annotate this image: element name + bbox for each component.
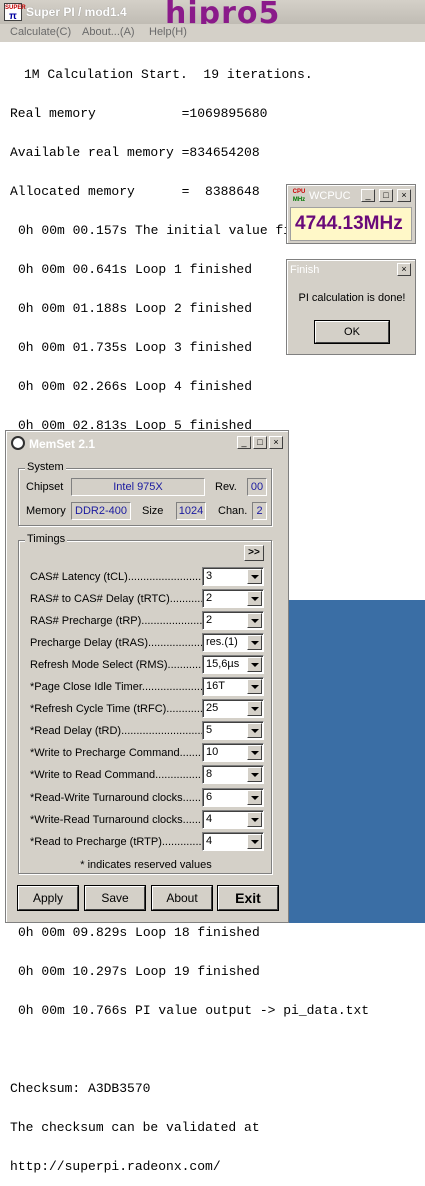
- system-group: System Chipset Intel 975X Rev. 00 Memory…: [18, 461, 272, 526]
- timing-label-trcd: RAS# to CAS# Delay (tRTC)...............…: [30, 593, 202, 605]
- dropdown-arrow-icon[interactable]: [247, 834, 262, 849]
- wcpuc-title-bar[interactable]: CPU MHz WCPUC _ □ ×: [289, 187, 413, 205]
- finish-dialog: Finish × PI calculation is done! OK: [286, 259, 416, 355]
- timing-select-tras[interactable]: res.(1): [202, 633, 264, 652]
- log-available-memory: Available real memory =834654208: [10, 145, 260, 160]
- timing-label-trd: *Read Delay (tRD).......................…: [30, 725, 202, 737]
- chipset-value: Intel 975X: [71, 478, 205, 496]
- dropdown-arrow-icon[interactable]: [247, 701, 262, 716]
- rev-label: Rev.: [215, 481, 237, 493]
- wcpuc-window: CPU MHz WCPUC _ □ × 4744.13MHz: [286, 184, 416, 244]
- timing-label-rms: Refresh Mode Select (RMS)...........: [30, 659, 202, 671]
- log-loop: 0h 00m 10.297s Loop 19 finished: [18, 964, 260, 979]
- memset-title-bar[interactable]: MemSet 2.1 _ □ ×: [8, 433, 286, 453]
- timing-select-rw-turnaround[interactable]: 6: [202, 788, 264, 807]
- wcpuc-logo-icon: CPU MHz: [292, 189, 306, 203]
- log-output: 0h 00m 10.766s PI value output -> pi_dat…: [18, 1003, 370, 1018]
- log-spacer: [0, 1043, 425, 1056]
- rev-value: 00: [247, 478, 267, 496]
- timing-label-trfc: *Refresh Cycle Time (tRFC)..............…: [30, 703, 202, 715]
- about-button[interactable]: About: [151, 885, 213, 911]
- chan-label: Chan.: [218, 505, 248, 517]
- close-button[interactable]: ×: [397, 189, 411, 202]
- finish-title: Finish: [290, 264, 320, 276]
- log-url: http://superpi.radeonx.com/: [10, 1159, 221, 1174]
- dropdown-arrow-icon[interactable]: [247, 591, 262, 606]
- timings-group-label: Timings: [25, 533, 68, 545]
- timing-select-trfc[interactable]: 25: [202, 699, 264, 718]
- memset-window: MemSet 2.1 _ □ × System Chipset Intel 97…: [5, 430, 289, 923]
- close-button[interactable]: ×: [269, 436, 283, 449]
- maximize-button[interactable]: □: [379, 189, 393, 202]
- apply-button[interactable]: Apply: [17, 885, 79, 911]
- timing-select-trtp[interactable]: 4: [202, 832, 264, 851]
- timing-label-wr-turnaround: *Write-Read Turnaround clocks.......: [30, 814, 202, 826]
- timing-select-trp[interactable]: 2: [202, 611, 264, 630]
- timing-label-write-precharge: *Write to Precharge Command..........: [30, 747, 202, 759]
- log-real-memory: Real memory =1069895680: [10, 106, 268, 121]
- dropdown-arrow-icon[interactable]: [247, 679, 262, 694]
- cpu-frequency: 4744.13MHz: [290, 207, 412, 241]
- exit-button[interactable]: Exit: [217, 885, 279, 911]
- timing-label-trtp: *Read to Precharge (tRTP)...............…: [30, 836, 202, 848]
- memory-type: DDR2-400: [71, 502, 131, 520]
- timing-select-trd[interactable]: 5: [202, 721, 264, 740]
- save-button[interactable]: Save: [84, 885, 146, 911]
- superpi-title: Super PI / mod1.4: [26, 5, 127, 19]
- maximize-button[interactable]: □: [253, 436, 267, 449]
- minimize-button[interactable]: _: [237, 436, 251, 449]
- close-button[interactable]: ×: [397, 263, 411, 276]
- superpi-title-bar[interactable]: SUPER π Super PI / mod1.4 hipro5: [0, 0, 425, 31]
- ok-button[interactable]: OK: [314, 320, 390, 344]
- menu-calculate[interactable]: Calculate(C): [10, 26, 71, 38]
- log-validate: The checksum can be validated at: [10, 1120, 260, 1135]
- dropdown-arrow-icon[interactable]: [247, 723, 262, 738]
- menu-about[interactable]: About...(A): [82, 26, 135, 38]
- chipset-label: Chipset: [26, 481, 64, 493]
- timing-select-page-close[interactable]: 16T: [202, 677, 264, 696]
- system-group-label: System: [25, 461, 66, 473]
- timing-select-trcd[interactable]: 2: [202, 589, 264, 608]
- dropdown-arrow-icon[interactable]: [247, 790, 262, 805]
- timing-select-rms[interactable]: 15,6µs: [202, 655, 264, 674]
- timing-select-wr-turnaround[interactable]: 4: [202, 810, 264, 829]
- log-loop: 0h 00m 09.829s Loop 18 finished: [18, 925, 260, 940]
- timing-select-write-precharge[interactable]: 10: [202, 743, 264, 762]
- finish-message: PI calculation is done!: [298, 292, 406, 304]
- timing-label-write-read: *Write to Read Command.................: [30, 769, 202, 781]
- dropdown-arrow-icon[interactable]: [247, 613, 262, 628]
- superpi-menu-bar: Calculate(C) About...(A) Help(H): [0, 24, 425, 42]
- timing-select-tcl[interactable]: 3: [202, 567, 264, 586]
- dropdown-arrow-icon[interactable]: [247, 767, 262, 782]
- dropdown-arrow-icon[interactable]: [247, 745, 262, 760]
- dropdown-arrow-icon[interactable]: [247, 657, 262, 672]
- memory-size: 1024: [176, 502, 206, 520]
- memory-label: Memory: [26, 505, 66, 517]
- timing-select-write-read[interactable]: 8: [202, 765, 264, 784]
- size-label: Size: [142, 505, 164, 517]
- menu-help[interactable]: Help(H): [149, 26, 187, 38]
- timing-label-page-close: *Page Close Idle Timer..................…: [30, 681, 202, 693]
- memset-app-icon: [11, 436, 25, 450]
- log-checksum: Checksum: A3DB3570: [10, 1081, 151, 1096]
- log-header: 1M Calculation Start. 19 iterations.: [24, 67, 313, 82]
- minimize-button[interactable]: _: [361, 189, 375, 202]
- superpi-app-icon: SUPER π: [4, 3, 26, 22]
- log-loop: 0h 00m 02.266s Loop 4 finished: [18, 379, 253, 394]
- reserved-note: * indicates reserved values: [80, 859, 212, 871]
- wcpuc-title: WCPUC: [309, 190, 351, 202]
- timing-label-tcl: CAS# Latency (tCL)......................…: [30, 571, 202, 583]
- dropdown-arrow-icon[interactable]: [247, 812, 262, 827]
- timing-label-trp: RAS# Precharge (tRP)....................…: [30, 615, 202, 627]
- expand-button[interactable]: >>: [244, 545, 264, 561]
- memset-title: MemSet 2.1: [29, 437, 96, 451]
- timing-label-rw-turnaround: *Read-Write Turnaround clocks.......: [30, 792, 202, 804]
- dropdown-arrow-icon[interactable]: [247, 635, 262, 650]
- channel-count: 2: [252, 502, 267, 520]
- timing-label-tras: Precharge Delay (tRAS)..................…: [30, 637, 202, 649]
- dropdown-arrow-icon[interactable]: [247, 569, 262, 584]
